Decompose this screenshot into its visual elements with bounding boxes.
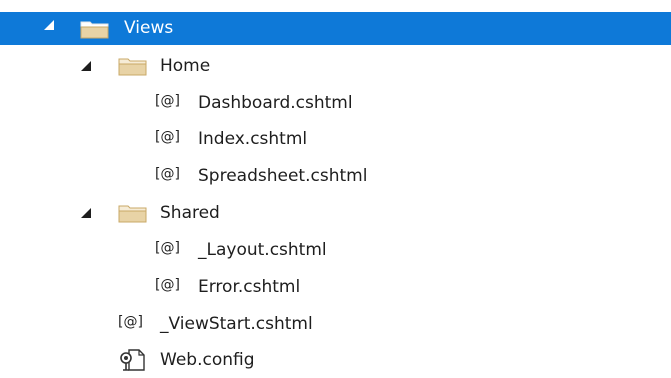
tree-node-label: Shared [160,203,220,223]
tree-node-file[interactable]: Web.config [0,342,671,378]
razor-file-icon: [@] [155,166,180,182]
tree-node-file[interactable]: [@] Error.cshtml [0,269,671,305]
razor-file-icon: [@] [155,277,180,293]
tree-node-label: Web.config [160,350,255,370]
tree-node-file[interactable]: [@] _Layout.cshtml [0,232,671,268]
solution-explorer-tree: Views Home [@] Dashboard.cshtml [@] Inde… [0,0,671,375]
tree-node-label: _Layout.cshtml [198,240,327,260]
razor-file-icon: [@] [155,93,180,109]
folder-icon [80,19,110,44]
tree-node-label: Views [124,18,174,38]
config-file-icon [120,348,148,377]
folder-icon [118,203,148,228]
razor-file-icon: [@] [155,129,180,145]
tree-node-label: Index.cshtml [198,129,308,149]
tree-node-file[interactable]: [@] Dashboard.cshtml [0,85,671,121]
tree-node-label: _ViewStart.cshtml [160,314,313,334]
tree-node-file[interactable]: [@] Index.cshtml [0,121,671,157]
tree-node-shared[interactable]: Shared [0,195,671,231]
tree-node-views[interactable]: Views [0,12,671,45]
tree-node-label: Spreadsheet.cshtml [198,166,368,186]
tree-node-home[interactable]: Home [0,48,671,84]
folder-icon [118,56,148,81]
tree-node-label: Dashboard.cshtml [198,93,353,113]
tree-node-file[interactable]: [@] Spreadsheet.cshtml [0,158,671,194]
tree-node-label: Error.cshtml [198,277,301,297]
tree-node-file[interactable]: [@] _ViewStart.cshtml [0,306,671,342]
tree-node-label: Home [160,56,211,76]
razor-file-icon: [@] [118,314,143,330]
razor-file-icon: [@] [155,240,180,256]
